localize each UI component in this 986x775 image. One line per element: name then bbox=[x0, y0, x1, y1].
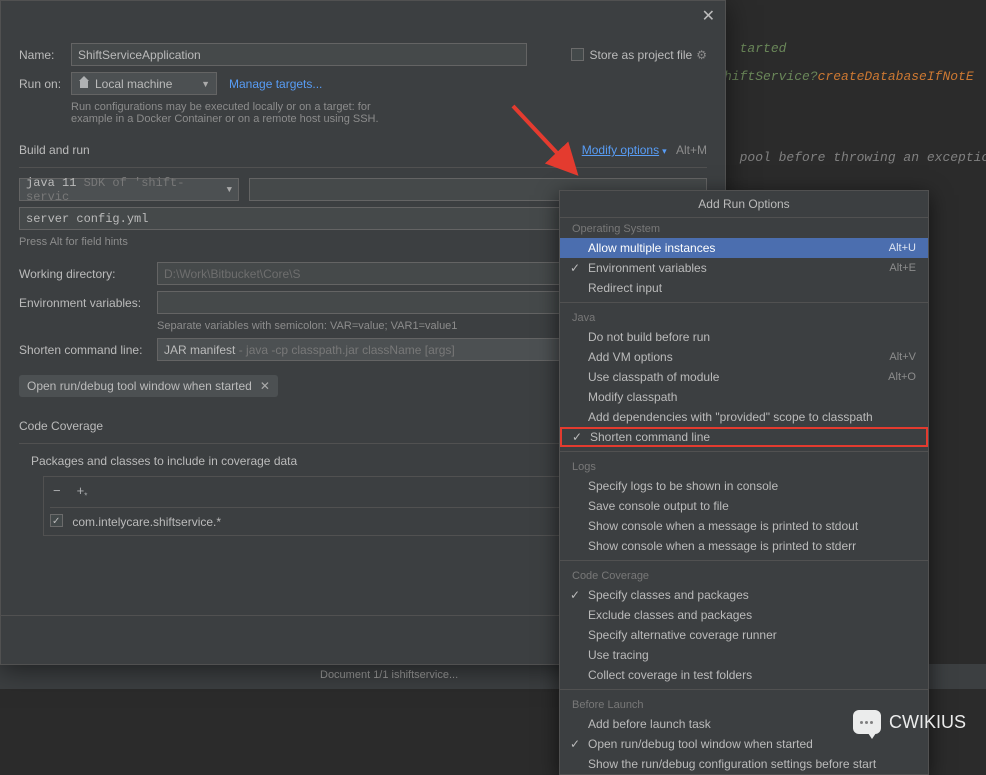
menu-item-label: Modify classpath bbox=[588, 390, 677, 404]
menu-item-label: Allow multiple instances bbox=[588, 241, 715, 255]
menu-item[interactable]: Exclude classes and packages bbox=[560, 605, 928, 625]
menu-item[interactable]: Specify logs to be shown in console bbox=[560, 476, 928, 496]
runon-hint: Run configurations may be executed local… bbox=[71, 101, 379, 113]
close-icon[interactable]: ✕ bbox=[702, 6, 715, 26]
menu-item-label: Collect coverage in test folders bbox=[588, 668, 752, 682]
remove-icon[interactable]: − bbox=[50, 483, 64, 501]
wd-label: Working directory: bbox=[19, 267, 157, 281]
open-tool-tag[interactable]: Open run/debug tool window when started✕ bbox=[19, 375, 278, 397]
remove-icon[interactable]: ✕ bbox=[260, 379, 270, 393]
dialog-titlebar: ✕ bbox=[1, 1, 725, 31]
menu-item-label: Use classpath of module bbox=[588, 370, 719, 384]
name-input[interactable] bbox=[71, 43, 527, 66]
popup-title: Add Run Options bbox=[560, 191, 928, 218]
menu-item-label: Show the run/debug configuration setting… bbox=[588, 757, 876, 771]
menu-item-label: Environment variables bbox=[588, 261, 707, 275]
menu-item[interactable]: ✓ Environment variables Alt+E bbox=[560, 258, 928, 278]
sdk-combo[interactable]: java 11 SDK of 'shift-servic ▼ bbox=[19, 178, 239, 201]
menu-item-label: Open run/debug tool window when started bbox=[588, 737, 813, 751]
menu-item[interactable]: Add VM options Alt+V bbox=[560, 347, 928, 367]
popup-group-header: Java bbox=[560, 307, 928, 327]
chevron-down-icon: ▾ bbox=[662, 146, 667, 156]
shortcut-label: Alt+E bbox=[889, 262, 916, 274]
menu-item[interactable]: Show the run/debug configuration setting… bbox=[560, 754, 928, 774]
popup-group-header: Operating System bbox=[560, 218, 928, 238]
popup-group-header: Logs bbox=[560, 456, 928, 476]
runon-hint2: example in a Docker Container or on a re… bbox=[71, 113, 379, 125]
check-icon: ✓ bbox=[570, 737, 580, 751]
menu-item-label: Specify alternative coverage runner bbox=[588, 628, 777, 642]
menu-item[interactable]: Use tracing bbox=[560, 645, 928, 665]
menu-item[interactable]: ✓ Shorten command line bbox=[560, 427, 928, 447]
shorten-label: Shorten command line: bbox=[19, 343, 157, 357]
menu-item-label: Do not build before run bbox=[588, 330, 710, 344]
menu-item-label: Specify logs to be shown in console bbox=[588, 479, 778, 493]
gear-icon[interactable]: ⚙ bbox=[696, 48, 707, 62]
shortcut-label: Alt+O bbox=[888, 371, 916, 383]
shortcut-label: Alt+V bbox=[889, 351, 916, 363]
runon-label: Run on: bbox=[19, 77, 71, 91]
menu-item-label: Show console when a message is printed t… bbox=[588, 519, 858, 533]
menu-item[interactable]: Add dependencies with "provided" scope t… bbox=[560, 407, 928, 427]
shortcut-label: Alt+U bbox=[889, 242, 916, 254]
check-icon: ✓ bbox=[570, 261, 580, 275]
chevron-down-icon: ▼ bbox=[201, 79, 210, 89]
env-label: Environment variables: bbox=[19, 296, 157, 310]
menu-item[interactable]: ✓ Specify classes and packages bbox=[560, 585, 928, 605]
menu-item-label: Exclude classes and packages bbox=[588, 608, 752, 622]
menu-item[interactable]: Show console when a message is printed t… bbox=[560, 536, 928, 556]
menu-item-label: Redirect input bbox=[588, 281, 662, 295]
add-run-options-popup: Add Run Options Operating SystemAllow mu… bbox=[559, 190, 929, 775]
menu-item-label: Add VM options bbox=[588, 350, 673, 364]
menu-item-label: Use tracing bbox=[588, 648, 649, 662]
menu-item-label: Shorten command line bbox=[590, 430, 710, 444]
coverage-item: com.intelycare.shiftservice.* bbox=[72, 515, 221, 529]
env-hint: Separate variables with semicolon: VAR=v… bbox=[157, 320, 457, 332]
check-icon: ✓ bbox=[570, 588, 580, 602]
manage-targets-link[interactable]: Manage targets... bbox=[229, 77, 322, 91]
modify-kbd: Alt+M bbox=[676, 143, 707, 157]
build-run-header: Build and run bbox=[19, 143, 90, 157]
home-icon bbox=[78, 79, 90, 89]
menu-item[interactable]: Do not build before run bbox=[560, 327, 928, 347]
menu-item-label: Save console output to file bbox=[588, 499, 729, 513]
popup-group-header: Code Coverage bbox=[560, 565, 928, 585]
add-icon[interactable]: +* bbox=[74, 483, 91, 501]
runon-combo[interactable]: Local machine ▼ bbox=[71, 72, 217, 95]
menu-item[interactable]: Redirect input bbox=[560, 278, 928, 298]
menu-item[interactable]: Save console output to file bbox=[560, 496, 928, 516]
store-checkbox[interactable] bbox=[571, 48, 584, 61]
menu-item[interactable]: Allow multiple instances Alt+U bbox=[560, 238, 928, 258]
name-label: Name: bbox=[19, 48, 71, 62]
menu-item-label: Specify classes and packages bbox=[588, 588, 749, 602]
menu-item[interactable]: Collect coverage in test folders bbox=[560, 665, 928, 685]
menu-item-label: Show console when a message is printed t… bbox=[588, 539, 856, 553]
menu-item[interactable]: Specify alternative coverage runner bbox=[560, 625, 928, 645]
chevron-down-icon: ▼ bbox=[227, 185, 232, 195]
watermark: CWIKIUS bbox=[853, 710, 966, 734]
coverage-check[interactable] bbox=[50, 514, 63, 527]
menu-item[interactable]: Use classpath of module Alt+O bbox=[560, 367, 928, 387]
menu-item-label: Add before launch task bbox=[588, 717, 711, 731]
check-icon: ✓ bbox=[572, 430, 582, 444]
store-label: Store as project file bbox=[590, 48, 693, 62]
modify-options-link[interactable]: Modify options bbox=[582, 143, 659, 157]
menu-item-label: Add dependencies with "provided" scope t… bbox=[588, 410, 873, 424]
menu-item[interactable]: Modify classpath bbox=[560, 387, 928, 407]
menu-item[interactable]: Show console when a message is printed t… bbox=[560, 516, 928, 536]
